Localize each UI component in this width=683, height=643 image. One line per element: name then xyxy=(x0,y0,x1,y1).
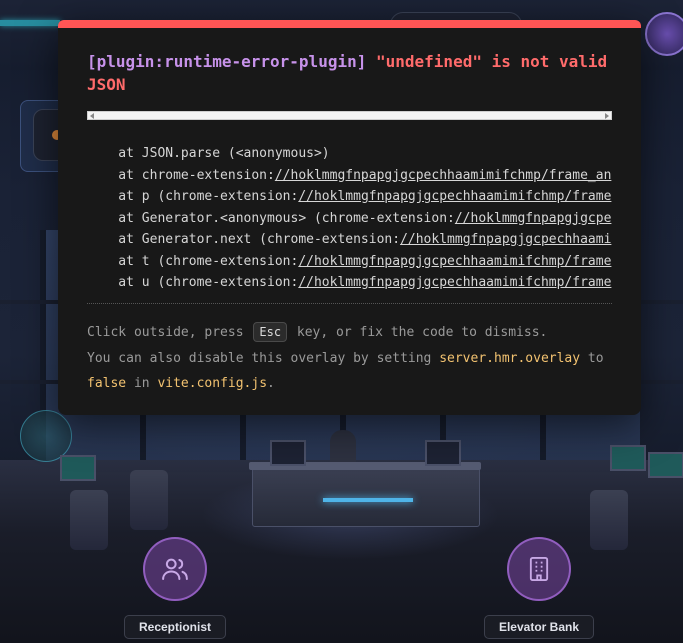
stack-frame: at t (chrome-extension://hoklmmgfnpapgjg… xyxy=(87,251,612,273)
error-plugin-name: [plugin:runtime-error-plugin] xyxy=(87,52,367,71)
scroll-right-icon[interactable] xyxy=(605,113,609,119)
stack-frame-link[interactable]: //hoklmmgfnpapgjgcpechhaamimifchmp/frame… xyxy=(275,168,612,183)
stack-trace: at JSON.parse (<anonymous>) at chrome-ex… xyxy=(87,143,612,293)
stack-frame-link[interactable]: //hoklmmgfnpapgjgcpe xyxy=(455,211,612,226)
desk-light-stripe xyxy=(323,498,413,502)
office-chair xyxy=(130,470,168,530)
stack-frame-text: at u (chrome-extension: xyxy=(87,275,299,290)
setting-name: server.hmr.overlay xyxy=(439,350,581,366)
profile-badge xyxy=(645,12,683,56)
stack-frame-text: at p (chrome-extension: xyxy=(87,189,299,204)
stack-frame: at p (chrome-extension://hoklmmgfnpapgjg… xyxy=(87,186,612,208)
stack-frame-link[interactable]: //hoklmmgfnpapgjgcpechhaamimifchmp/frame xyxy=(298,275,611,290)
receptionist-button[interactable] xyxy=(143,537,207,601)
error-overlay[interactable]: [plugin:runtime-error-plugin] "undefined… xyxy=(58,20,641,415)
stack-frame-text: at t (chrome-extension: xyxy=(87,253,299,269)
stack-frame-text: at chrome-extension: xyxy=(87,167,275,183)
error-message: "undefined" is not valid xyxy=(376,52,608,71)
monitor xyxy=(60,455,96,481)
horizontal-scrollbar[interactable] xyxy=(87,111,612,120)
tip-text: to xyxy=(580,350,604,366)
stack-frame-text: at Generator.next (chrome-extension: xyxy=(87,232,401,247)
error-title: [plugin:runtime-error-plugin] "undefined… xyxy=(87,50,627,73)
tip-text: . xyxy=(267,376,275,391)
stack-frame: at u (chrome-extension://hoklmmgfnpapgjg… xyxy=(87,272,612,293)
stack-frame-link[interactable]: //hoklmmgfnpapgjgcpechhaamimifchmp/frame xyxy=(298,254,611,269)
tip-text: You can also disable this overlay by set… xyxy=(87,350,440,366)
receptionist-hotspot[interactable]: Receptionist xyxy=(113,537,237,639)
stack-frame-link[interactable]: //hoklmmgfnpapgjgcpechhaamimifchmp/frame xyxy=(298,189,611,204)
elevator-bank-hotspot[interactable]: Elevator Bank xyxy=(477,537,601,639)
stack-frame-link[interactable]: //hoklmmgfnpapgjgcpechhaami xyxy=(400,232,611,247)
elevator-bank-label[interactable]: Elevator Bank xyxy=(483,615,595,639)
tip-text: Click outside, press xyxy=(87,325,252,340)
stack-frame: at Generator.next (chrome-extension://ho… xyxy=(87,229,612,251)
neon-strip xyxy=(0,20,60,26)
elevator-bank-button[interactable] xyxy=(507,537,571,601)
reception-desk xyxy=(249,462,481,527)
monitor xyxy=(425,440,461,466)
monitor xyxy=(270,440,306,466)
stack-frame: at JSON.parse (<anonymous>) xyxy=(87,143,612,165)
stack-frame: at Generator.<anonymous> (chrome-extensi… xyxy=(87,208,612,230)
office-chair xyxy=(70,490,108,550)
stack-frame: at chrome-extension://hoklmmgfnpapgjgcpe… xyxy=(87,165,612,187)
overlay-divider xyxy=(87,303,612,304)
monitor xyxy=(610,445,646,471)
error-message-continued: JSON xyxy=(87,75,126,94)
setting-value: false xyxy=(87,376,127,391)
building-icon xyxy=(529,556,549,582)
overlay-tip: Click outside, press Esc key, or fix the… xyxy=(87,320,627,397)
esc-key: Esc xyxy=(253,322,288,342)
receptionist-label[interactable]: Receptionist xyxy=(123,615,226,639)
users-icon xyxy=(162,558,188,580)
stack-frame-text: at Generator.<anonymous> (chrome-extensi… xyxy=(87,210,455,226)
scroll-left-icon[interactable] xyxy=(90,113,94,119)
config-file: vite.config.js xyxy=(157,376,268,391)
tip-text: key, or fix the code to dismiss. xyxy=(289,325,548,340)
tip-text: in xyxy=(126,376,158,391)
stack-frame-text: at JSON.parse (<anonymous>) xyxy=(87,146,330,161)
monitor xyxy=(648,452,683,478)
